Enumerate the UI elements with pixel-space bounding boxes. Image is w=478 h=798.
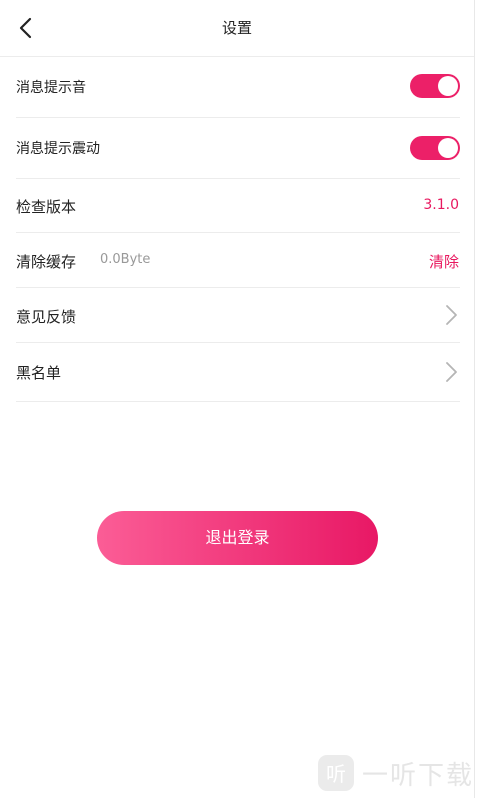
setting-row-version[interactable]: 检查版本 3.1.0 <box>16 179 460 233</box>
setting-label-vibrate: 消息提示震动 <box>16 141 100 157</box>
setting-label-sound: 消息提示音 <box>16 80 86 96</box>
setting-label-cache: 清除缓存 <box>16 253 77 271</box>
chevron-right-icon <box>446 362 457 382</box>
toggle-knob <box>438 138 458 158</box>
page-title: 设置 <box>221 19 252 37</box>
setting-row-feedback[interactable]: 意见反馈 <box>16 288 460 343</box>
back-button[interactable] <box>10 12 42 44</box>
chevron-left-icon <box>19 17 32 39</box>
sound-toggle[interactable] <box>410 74 460 98</box>
watermark-text: 一听下载 <box>362 760 475 791</box>
setting-row-cache: 清除缓存 0.0Byte 清除 <box>16 233 460 288</box>
toggle-knob <box>438 76 458 96</box>
chevron-right-icon <box>446 305 457 325</box>
settings-page: 设置 消息提示音 消息提示震动 检查版本 3.1.0 清除缓存 0.0Byte … <box>0 0 475 798</box>
setting-row-blacklist[interactable]: 黑名单 <box>16 343 460 402</box>
setting-label-blacklist: 黑名单 <box>16 364 62 382</box>
clear-cache-button[interactable]: 清除 <box>429 251 459 272</box>
logout-button[interactable]: 退出登录 <box>97 511 378 565</box>
setting-row-vibrate: 消息提示震动 <box>16 118 460 179</box>
cache-size: 0.0Byte <box>100 252 151 267</box>
setting-label-version: 检查版本 <box>16 198 77 216</box>
watermark-logo-icon: 听 <box>318 755 354 791</box>
vibrate-toggle[interactable] <box>410 136 460 160</box>
header-bar: 设置 <box>0 0 474 57</box>
setting-row-sound: 消息提示音 <box>16 57 460 118</box>
watermark-logo-text: 听 <box>326 762 346 786</box>
version-value: 3.1.0 <box>423 197 459 213</box>
setting-label-feedback: 意见反馈 <box>16 308 77 326</box>
watermark: 听 一听下载 <box>316 750 476 796</box>
